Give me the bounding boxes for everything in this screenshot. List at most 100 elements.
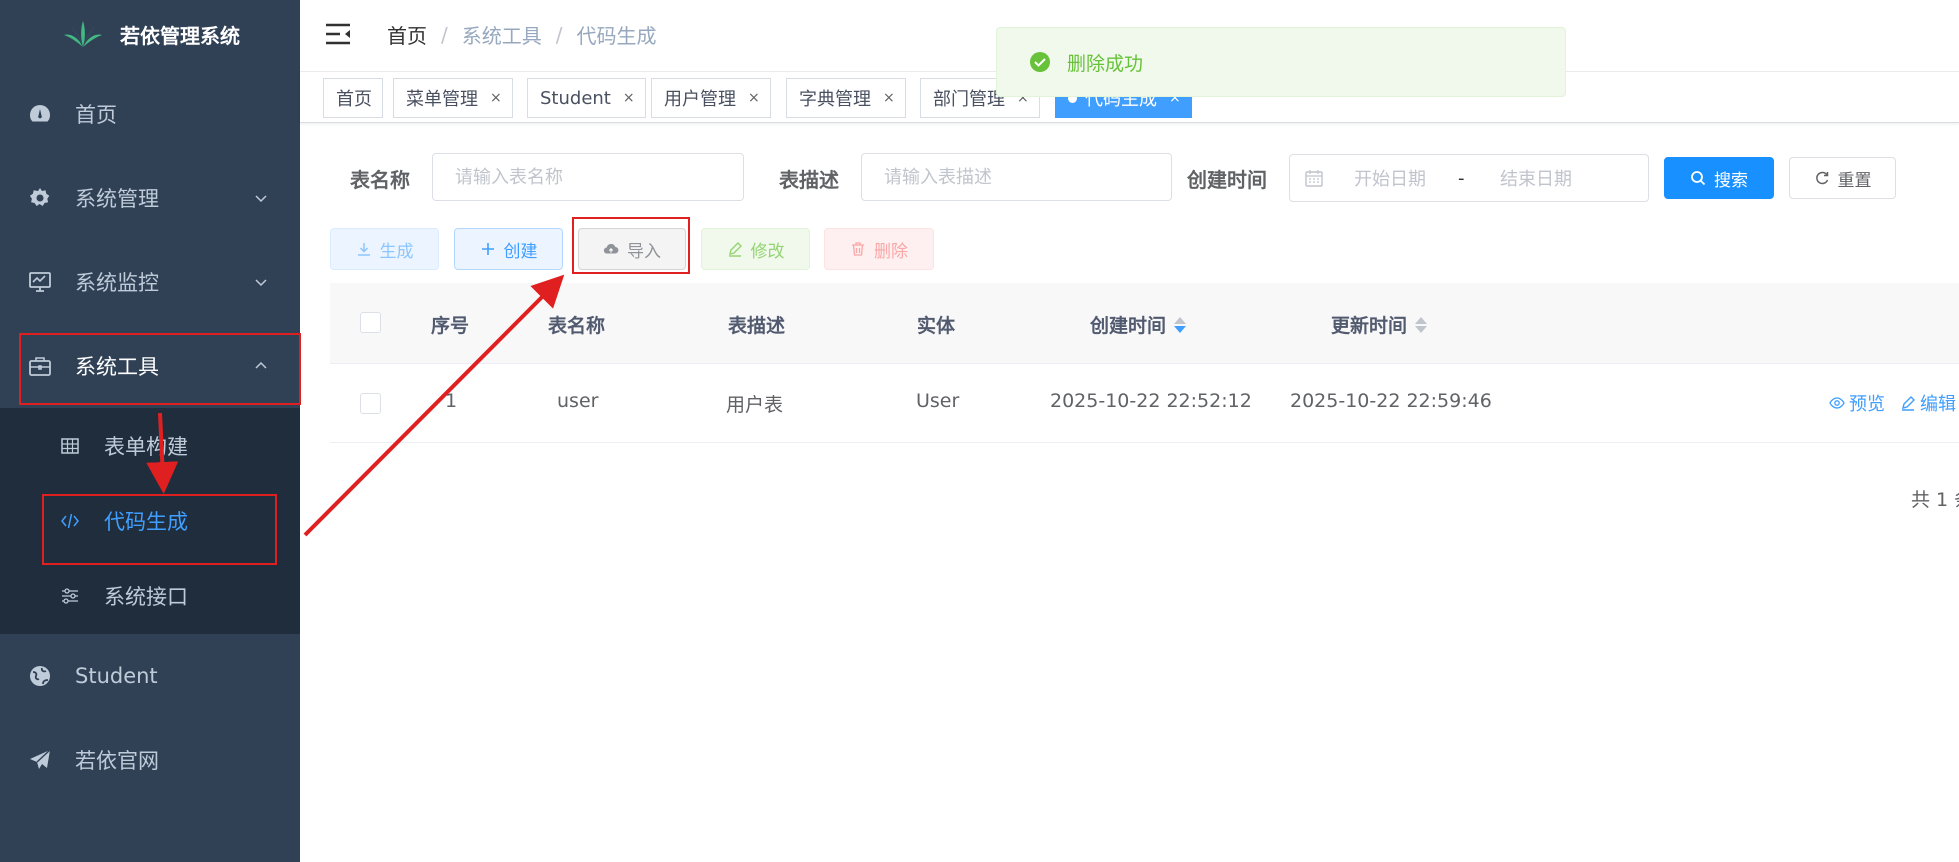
search-icon (1691, 171, 1706, 186)
sidebar-item-student[interactable]: Student (0, 634, 300, 718)
col-index: 序号 (431, 315, 470, 337)
create-button[interactable]: 创建 (454, 228, 563, 270)
close-icon[interactable]: × (623, 90, 635, 106)
row-checkbox[interactable] (360, 393, 381, 414)
sidebar-item-form-builder[interactable]: 表单构建 (0, 408, 300, 483)
import-button[interactable]: 导入 (578, 228, 686, 270)
toast-message: 删除成功 (1067, 52, 1144, 75)
trash-icon (852, 242, 864, 256)
col-update-time-label: 更新时间 (1331, 315, 1408, 337)
close-icon[interactable]: × (748, 90, 760, 106)
sidebar-item-api[interactable]: 系统接口 (0, 558, 300, 633)
search-button[interactable]: 搜索 (1664, 157, 1774, 199)
cell-update-time: 2025-10-22 22:59:46 (1290, 390, 1492, 412)
col-entity: 实体 (917, 315, 956, 337)
calendar-icon (1305, 170, 1323, 187)
select-all-checkbox[interactable] (360, 312, 381, 333)
reset-button[interactable]: 重置 (1789, 157, 1896, 199)
breadcrumb: 首页 / 系统工具 / 代码生成 (387, 20, 657, 49)
table-name-input[interactable] (432, 153, 744, 201)
sidebar-item-label: 代码生成 (104, 509, 188, 534)
search-button-label: 搜索 (1714, 170, 1748, 191)
tag-student[interactable]: Student × (527, 78, 646, 118)
cell-entity: User (916, 390, 960, 412)
upload-cloud-icon (603, 244, 619, 254)
col-create-time[interactable]: 创建时间 (1090, 311, 1187, 338)
logo-icon (64, 21, 102, 47)
tag-home[interactable]: 首页 (323, 78, 383, 118)
tag-label: 用户管理 (664, 89, 736, 110)
date-range-picker[interactable]: 开始日期 - 结束日期 (1289, 154, 1649, 202)
table-icon (61, 437, 79, 454)
tag-menu[interactable]: 菜单管理 × (393, 78, 513, 118)
reset-button-label: 重置 (1837, 170, 1872, 191)
chevron-down-icon (255, 195, 267, 203)
edit-link-label: 编辑 (1920, 394, 1956, 415)
delete-button[interactable]: 删除 (824, 228, 934, 270)
sidebar-item-website[interactable]: 若依官网 (0, 718, 300, 802)
create-button-label: 创建 (503, 241, 538, 262)
sidebar-item-monitor[interactable]: 系统监控 (0, 240, 300, 324)
sidebar-item-label: 若依官网 (75, 749, 159, 773)
sort-caret-icon[interactable] (1415, 316, 1428, 333)
sort-caret-icon[interactable] (1174, 316, 1187, 333)
sidebar-item-label: 系统监控 (75, 271, 159, 295)
close-icon[interactable]: × (883, 90, 895, 106)
tag-label: Student (540, 87, 611, 109)
generate-button-label: 生成 (379, 241, 414, 262)
plus-icon (481, 243, 494, 255)
code-icon (61, 513, 79, 528)
edit-button[interactable]: 修改 (701, 228, 810, 270)
table-name-label: 表名称 (350, 168, 410, 192)
refresh-icon (1815, 171, 1828, 185)
table-desc-input[interactable] (861, 153, 1172, 201)
globe-icon (30, 666, 50, 686)
sliders-icon (62, 587, 78, 604)
preview-link-label: 预览 (1849, 394, 1885, 415)
cell-table-desc: 用户表 (726, 394, 784, 416)
sidebar-item-tools[interactable]: 系统工具 (0, 324, 300, 408)
breadcrumb-separator: / (441, 22, 448, 47)
sidebar: 若依管理系统 首页 系统管理 系统监控 系统工具 表单构建 代码生成 系统接口 (0, 0, 300, 862)
preview-link[interactable]: 预览 (1829, 390, 1885, 416)
pencil-icon (1902, 396, 1915, 411)
col-update-time[interactable]: 更新时间 (1331, 311, 1428, 338)
tag-label: 字典管理 (799, 89, 871, 110)
sidebar-item-label: 系统工具 (75, 355, 159, 379)
tag-label: 首页 (336, 89, 372, 110)
breadcrumb-separator: / (555, 22, 563, 47)
sidebar-item-label: 系统管理 (75, 187, 159, 211)
close-icon[interactable]: × (490, 90, 502, 106)
edit-button-label: 修改 (750, 241, 785, 262)
sidebar-item-system[interactable]: 系统管理 (0, 156, 300, 240)
range-separator: - (1458, 167, 1465, 189)
download-icon (357, 243, 370, 256)
tag-dict[interactable]: 字典管理 × (786, 78, 906, 118)
sidebar-item-code-gen[interactable]: 代码生成 (0, 483, 300, 558)
cell-index: 1 (445, 390, 458, 412)
logo[interactable]: 若依管理系统 (0, 0, 300, 68)
cell-create-time: 2025-10-22 22:52:12 (1050, 390, 1252, 412)
hamburger-icon[interactable] (325, 22, 351, 46)
check-circle-icon (1030, 52, 1050, 72)
submenu-tools: 表单构建 代码生成 系统接口 (0, 408, 300, 634)
pagination-total: 共 1 条 (1911, 489, 1959, 511)
tag-label: 部门管理 (933, 89, 1005, 110)
col-table-desc: 表描述 (728, 315, 786, 337)
breadcrumb-home[interactable]: 首页 (387, 20, 427, 49)
dashboard-icon (30, 105, 50, 122)
monitor-icon (29, 272, 51, 292)
tag-user[interactable]: 用户管理 × (651, 78, 771, 118)
sidebar-item-home[interactable]: 首页 (0, 72, 300, 156)
chevron-up-icon (255, 361, 267, 369)
generate-button[interactable]: 生成 (330, 228, 439, 270)
start-date-input[interactable]: 开始日期 (1354, 165, 1426, 191)
cell-table-name: user (557, 390, 599, 412)
chevron-down-icon (255, 279, 267, 287)
delete-button-label: 删除 (874, 241, 908, 262)
col-table-name: 表名称 (548, 315, 606, 337)
end-date-input[interactable]: 结束日期 (1500, 165, 1572, 191)
toolbox-icon (29, 357, 51, 376)
eye-icon (1829, 397, 1845, 409)
edit-link[interactable]: 编辑 (1900, 390, 1956, 416)
